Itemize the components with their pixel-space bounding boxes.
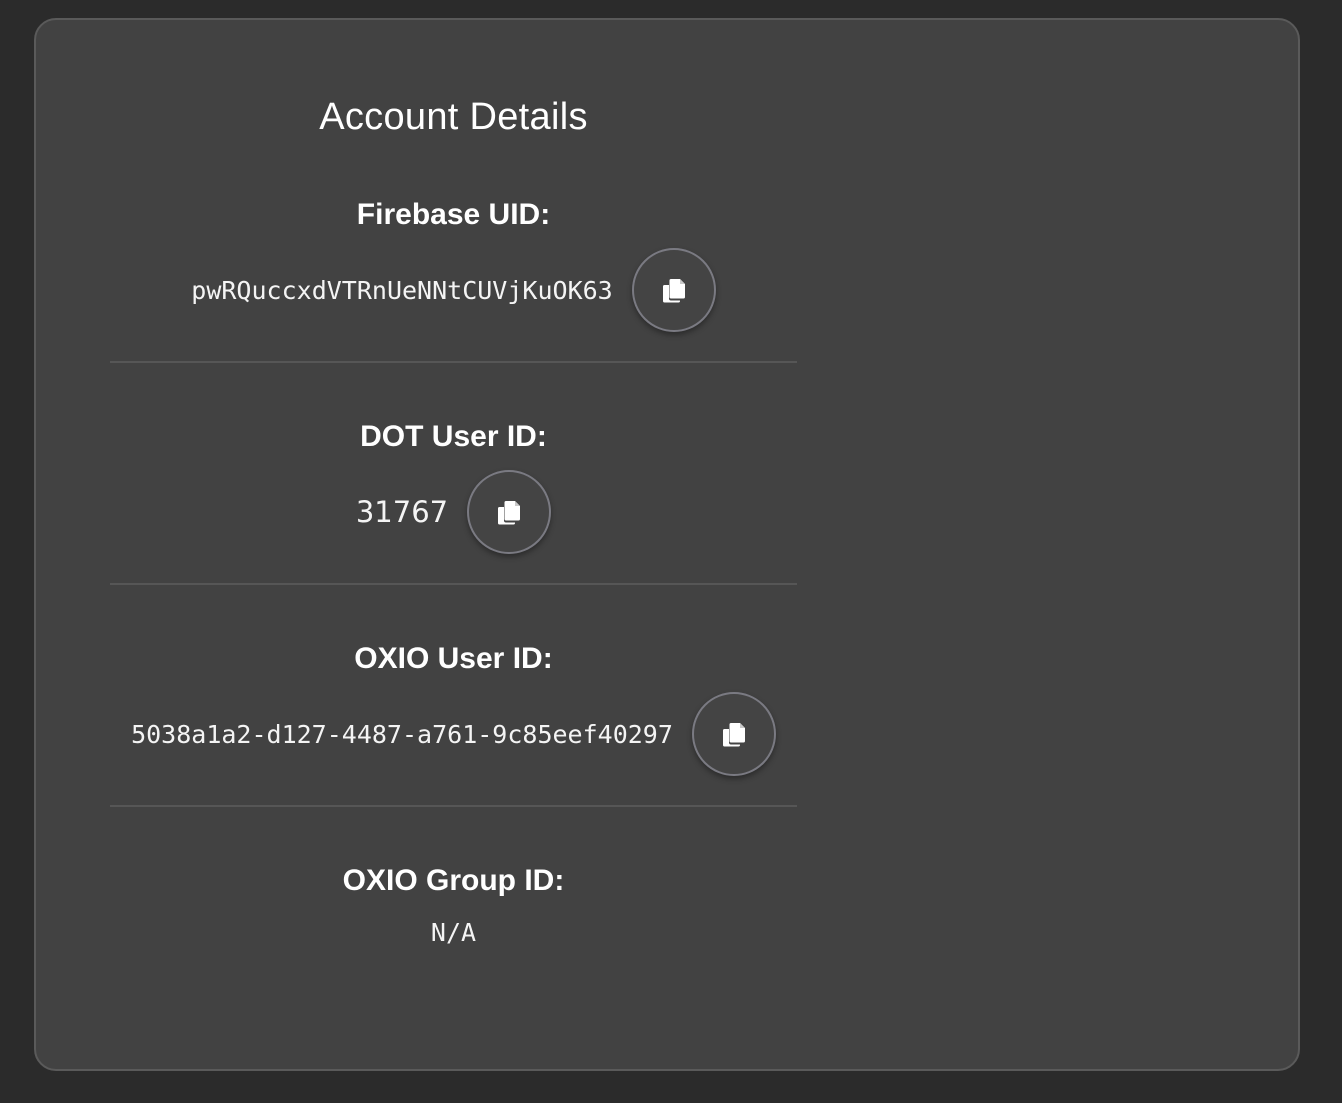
oxio-user-id-value[interactable]: 5038a1a2-d127-4487-a761-9c85eef40297 xyxy=(131,720,673,749)
oxio-group-id-value: N/A xyxy=(430,917,477,947)
page-title: Account Details xyxy=(319,96,588,138)
copy-icon xyxy=(498,501,521,525)
dot-user-id-label: DOT User ID: xyxy=(360,420,547,453)
firebase-uid-label: Firebase UID: xyxy=(356,198,551,231)
dot-user-id-row: 31767 xyxy=(110,470,797,554)
oxio-group-id-label: OXIO Group ID: xyxy=(342,864,565,897)
oxio-group-id-row: N/A xyxy=(110,914,797,950)
copy-firebase-uid-button[interactable] xyxy=(631,248,716,332)
account-details-card: Account Details Firebase UID: pwRQuccxdV… xyxy=(34,18,1300,1071)
firebase-uid-value[interactable]: pwRQuccxdVTRnUeNNtCUVjKuOK63 xyxy=(191,276,612,305)
copy-icon xyxy=(662,279,685,303)
copy-icon xyxy=(722,723,745,747)
oxio-user-id-row: 5038a1a2-d127-4487-a761-9c85eef40297 xyxy=(110,692,797,776)
divider xyxy=(110,583,797,585)
divider xyxy=(110,805,797,807)
copy-dot-user-id-button[interactable] xyxy=(467,470,552,554)
copy-oxio-user-id-button[interactable] xyxy=(691,692,776,776)
oxio-user-id-label: OXIO User ID: xyxy=(354,642,553,675)
dot-user-id-value[interactable]: 31767 xyxy=(356,495,448,529)
divider xyxy=(110,361,797,363)
firebase-uid-row: pwRQuccxdVTRnUeNNtCUVjKuOK63 xyxy=(110,248,797,332)
